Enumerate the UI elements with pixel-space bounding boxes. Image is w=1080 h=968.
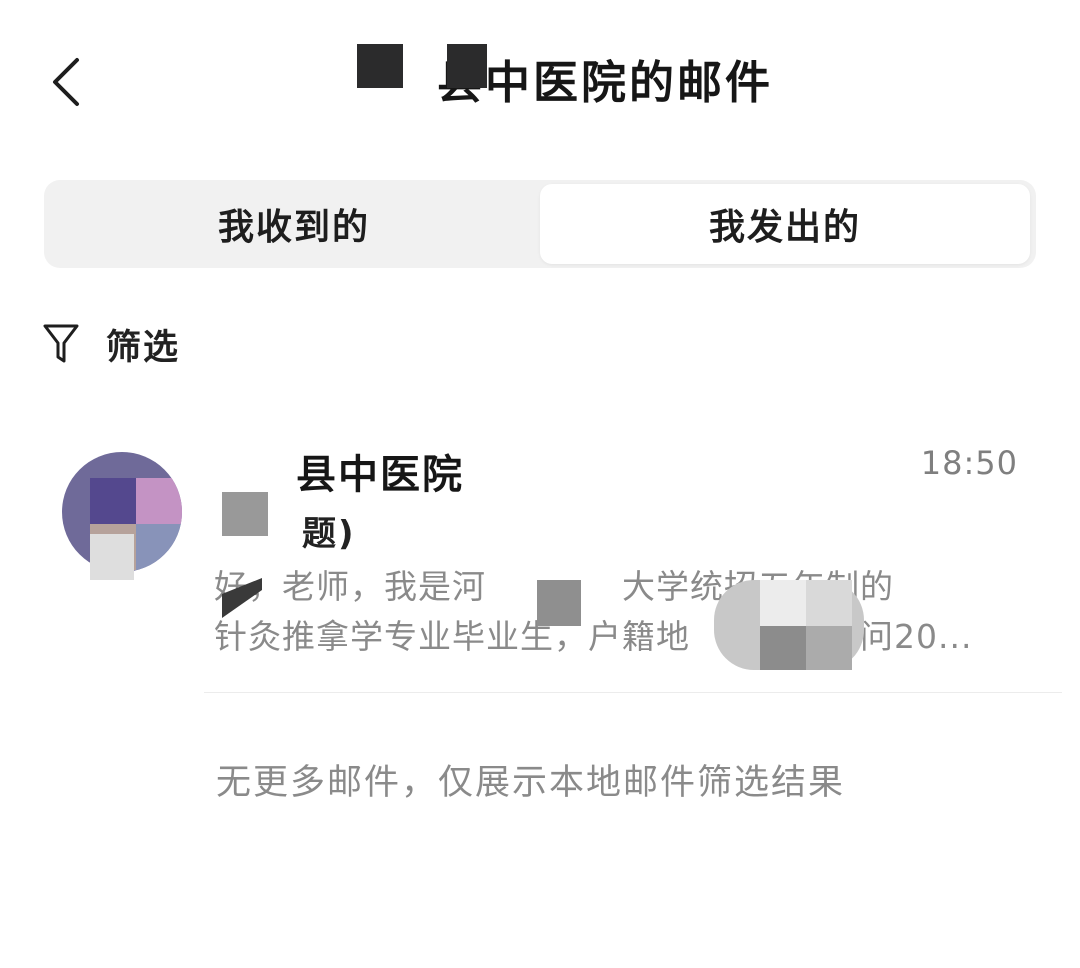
tab-received[interactable]: 我收到的 [48,184,540,264]
no-more-mail-notice: 无更多邮件，仅展示本地邮件筛选结果 [216,763,846,803]
redaction-block [222,492,268,536]
mailbox-tab-switcher: 我收到的 我发出的 [44,180,1036,268]
redaction-block [447,44,487,88]
redaction-block [760,580,806,626]
mail-subject: 题) [302,514,356,554]
funnel-icon [42,323,80,365]
mail-preview: 好，老师，我是河 大学统招五年制的 针灸推拿学专业毕业生，户籍地 请问20... [214,562,1014,662]
mail-list-item[interactable]: 县中医院 18:50 题) 好，老师，我是河 大学统招五年制的 针灸推拿学专业毕… [0,420,1080,696]
mail-time: 18:50 [920,444,1018,482]
redaction-block [537,580,581,626]
page-title: 县中医院的邮件 [436,56,773,109]
divider [204,692,1062,693]
header: 县中医院的邮件 [0,48,1080,118]
redaction-block [760,626,806,670]
mail-list-page: 县中医院的邮件 我收到的 我发出的 筛选 县中医院 18:50 题) 好，老师，… [0,0,1080,968]
redaction-block [806,580,852,626]
filter-button[interactable]: 筛选 [42,316,180,372]
mail-sender: 县中医院 [296,452,464,498]
redaction-block [357,44,403,88]
tab-sent[interactable]: 我发出的 [540,184,1030,264]
redaction-block [90,534,134,580]
redaction-block [806,626,852,670]
mail-preview-line: 针灸推拿学专业毕业生，户籍地 请问20... [214,617,973,656]
mail-preview-line: 好，老师，我是河 大学统招五年制的 [214,567,893,606]
filter-label: 筛选 [106,327,181,368]
